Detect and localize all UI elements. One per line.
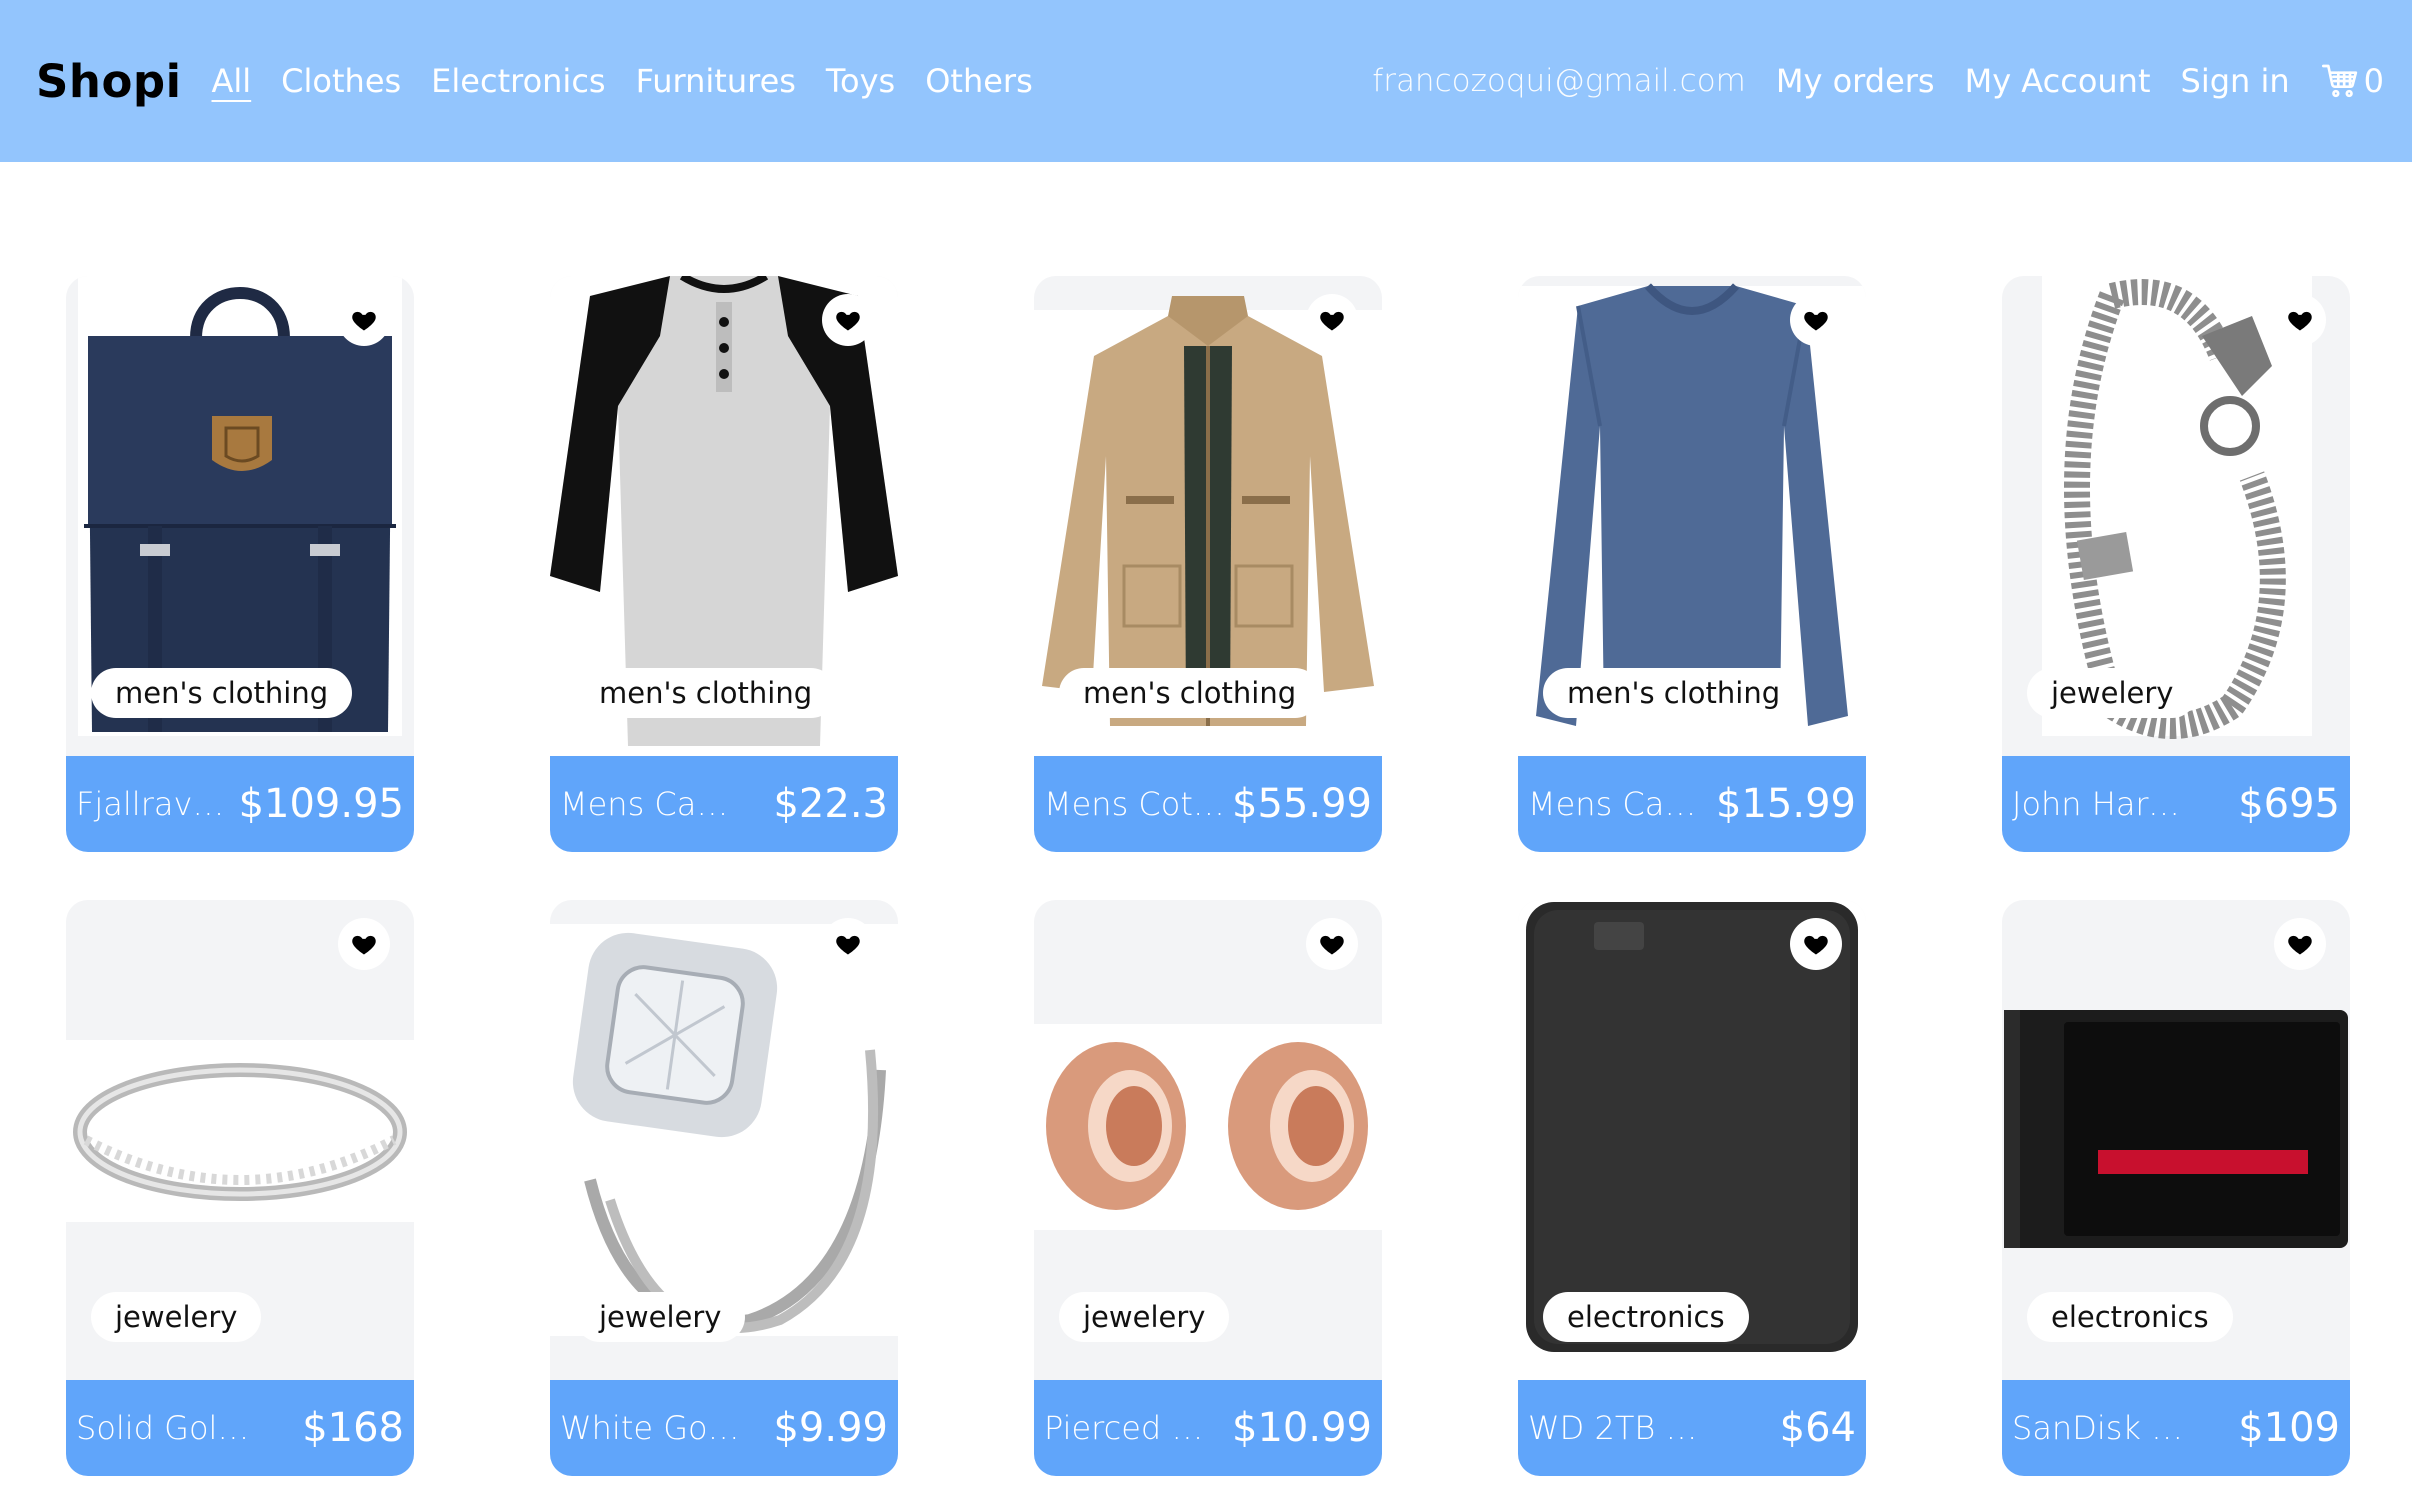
product-name: WD 2TB Elements Portable External Hard D… — [1528, 1409, 1710, 1447]
product-price: $695 — [2238, 781, 2340, 827]
category-badge: electronics — [2027, 1292, 2233, 1342]
product-price: $10.99 — [1232, 1405, 1372, 1451]
price-bar: Mens Casual Premium Slim Fit T-Shirts $2… — [550, 756, 898, 852]
category-badge: men's clothing — [91, 668, 353, 718]
heart-icon — [352, 311, 376, 331]
price-bar: WD 2TB Elements Portable External Hard D… — [1518, 1380, 1866, 1476]
price-bar: Fjallraven - Foldsack No. 1 Backpack $10… — [66, 756, 414, 852]
price-bar: John Hardy Women's Legends Naga Bracelet… — [2002, 756, 2350, 852]
favorite-button[interactable] — [2274, 294, 2326, 346]
favorite-button[interactable] — [1790, 918, 1842, 970]
category-badge: jewelery — [2027, 668, 2198, 718]
favorite-button[interactable] — [822, 918, 874, 970]
price-bar: SanDisk SSD PLUS 1TB Internal SSD $109 — [2002, 1380, 2350, 1476]
heart-icon — [836, 311, 860, 331]
product-name: Mens Cotton Jacket — [1044, 785, 1226, 823]
heart-icon — [1320, 311, 1344, 331]
product-price: $64 — [1779, 1405, 1856, 1451]
favorite-button[interactable] — [338, 294, 390, 346]
product-name: Fjallraven - Foldsack No. 1 Backpack — [76, 785, 233, 823]
favorite-button[interactable] — [1306, 294, 1358, 346]
heart-icon — [1804, 935, 1828, 955]
product-name: John Hardy Women's Legends Naga Bracelet — [2012, 785, 2194, 823]
price-bar: Mens Cotton Jacket $55.99 — [1034, 756, 1382, 852]
product-name: White Gold Plated Princess — [560, 1409, 742, 1447]
price-bar: Mens Casual Slim Fit $15.99 — [1518, 756, 1866, 852]
product-card[interactable]: men's clothing Mens Casual Premium Slim … — [550, 276, 898, 852]
product-price: $9.99 — [773, 1405, 888, 1451]
product-name: Pierced Owl Rose Gold Plated — [1044, 1409, 1226, 1447]
favorite-button[interactable] — [2274, 918, 2326, 970]
heart-icon — [352, 935, 376, 955]
category-badge: electronics — [1543, 1292, 1749, 1342]
price-bar: Solid Gold Petite Micropave $168 — [66, 1380, 414, 1476]
product-price: $109.95 — [238, 781, 404, 827]
product-price: $109 — [2238, 1405, 2340, 1451]
product-card[interactable]: men's clothing Mens Casual Slim Fit $15.… — [1518, 276, 1866, 852]
favorite-button[interactable] — [1790, 294, 1842, 346]
product-card[interactable]: jewelery White Gold Plated Princess $9.9… — [550, 900, 898, 1476]
product-name: Mens Casual Premium Slim Fit T-Shirts — [560, 785, 742, 823]
price-bar: White Gold Plated Princess $9.99 — [550, 1380, 898, 1476]
product-price: $15.99 — [1716, 781, 1856, 827]
category-badge: men's clothing — [575, 668, 837, 718]
product-card[interactable]: jewelery Solid Gold Petite Micropave $16… — [66, 900, 414, 1476]
product-card[interactable]: men's clothing Fjallraven - Foldsack No.… — [66, 276, 414, 852]
product-card[interactable]: men's clothing Mens Cotton Jacket $55.99 — [1034, 276, 1382, 852]
product-name: Solid Gold Petite Micropave — [76, 1409, 258, 1447]
product-card[interactable]: electronics WD 2TB Elements Portable Ext… — [1518, 900, 1866, 1476]
favorite-button[interactable] — [338, 918, 390, 970]
price-bar: Pierced Owl Rose Gold Plated $10.99 — [1034, 1380, 1382, 1476]
product-card[interactable]: jewelery Pierced Owl Rose Gold Plated $1… — [1034, 900, 1382, 1476]
product-price: $168 — [302, 1405, 404, 1451]
heart-icon — [1320, 935, 1344, 955]
favorite-button[interactable] — [822, 294, 874, 346]
heart-icon — [2288, 935, 2312, 955]
heart-icon — [1804, 311, 1828, 331]
product-card[interactable]: jewelery John Hardy Women's Legends Naga… — [2002, 276, 2350, 852]
favorite-button[interactable] — [1306, 918, 1358, 970]
product-card[interactable]: electronics SanDisk SSD PLUS 1TB Interna… — [2002, 900, 2350, 1476]
category-badge: jewelery — [1059, 1292, 1230, 1342]
product-name: SanDisk SSD PLUS 1TB Internal SSD — [2012, 1409, 2194, 1447]
heart-icon — [2288, 311, 2312, 331]
product-name: Mens Casual Slim Fit — [1528, 785, 1710, 823]
category-badge: men's clothing — [1543, 668, 1805, 718]
category-badge: men's clothing — [1059, 668, 1321, 718]
product-grid: men's clothing Fjallraven - Foldsack No.… — [0, 0, 2412, 1507]
product-price: $55.99 — [1232, 781, 1372, 827]
category-badge: jewelery — [575, 1292, 746, 1342]
category-badge: jewelery — [91, 1292, 262, 1342]
heart-icon — [836, 935, 860, 955]
product-price: $22.3 — [773, 781, 888, 827]
